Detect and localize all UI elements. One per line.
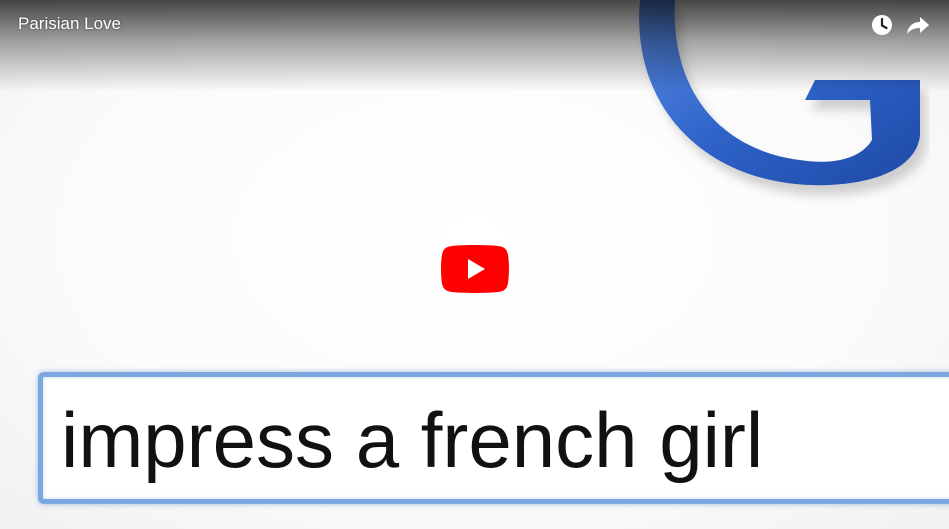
share-arrow-icon[interactable] bbox=[905, 12, 931, 38]
thumbnail-search-text: impress a french girl bbox=[61, 396, 764, 484]
thumbnail-search-box: impress a french girl bbox=[38, 372, 949, 504]
clock-icon[interactable] bbox=[869, 12, 895, 38]
video-title-link[interactable]: Parisian Love bbox=[18, 14, 121, 34]
video-top-bar: Parisian Love bbox=[0, 0, 949, 92]
play-button[interactable] bbox=[441, 245, 509, 293]
video-player[interactable]: impress a french girl Parisian Love bbox=[0, 0, 949, 529]
